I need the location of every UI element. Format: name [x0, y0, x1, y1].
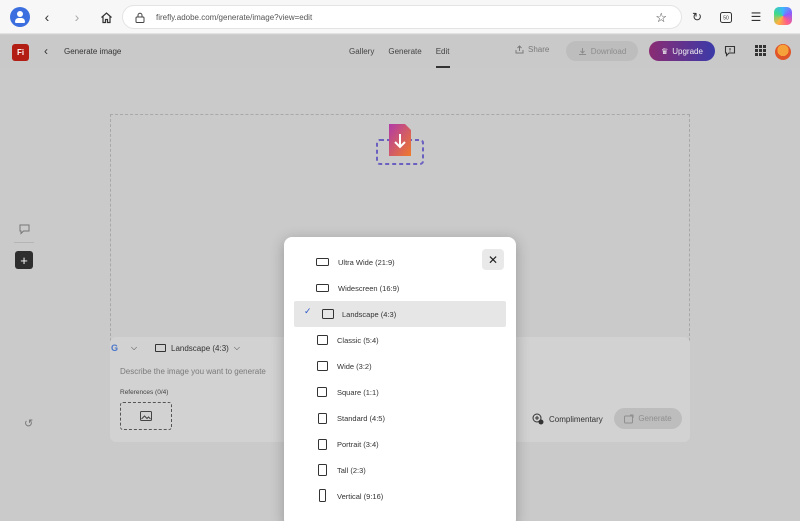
tab-generate[interactable]: Generate: [388, 47, 421, 56]
history-icon[interactable]: ↺: [24, 417, 33, 430]
menu-icon[interactable]: ☰: [747, 8, 765, 26]
copilot-icon[interactable]: [774, 7, 792, 25]
feedback-icon[interactable]: [724, 45, 736, 60]
upload-illustration-icon: [376, 124, 424, 165]
menu-item-ultra-wide[interactable]: Ultra Wide (21:9): [294, 249, 506, 275]
model-icon[interactable]: G: [111, 343, 118, 353]
tab-gallery[interactable]: Gallery: [349, 47, 374, 56]
complimentary-indicator[interactable]: Complimentary: [532, 413, 603, 425]
checkmark-icon: ✓: [304, 306, 312, 316]
sidebar-divider: [14, 242, 34, 243]
aspect-ratio-label: Landscape (4:3): [171, 343, 229, 353]
tab-edit[interactable]: Edit: [435, 47, 450, 68]
user-avatar[interactable]: [775, 44, 791, 60]
references-label: References (0/4): [120, 389, 169, 396]
aspect-ratio-menu: ✕ Ultra Wide (21:9) Widescreen (16:9) ✓ …: [284, 237, 516, 521]
menu-item-label: Vertical (9:16): [337, 491, 384, 501]
home-icon[interactable]: [97, 8, 115, 26]
app-header: Fi ‹ Generate image Gallery Generate Edi…: [0, 35, 800, 68]
menu-item-portrait[interactable]: Portrait (3:4): [294, 431, 506, 457]
vertical-shape-icon: [319, 489, 326, 502]
aspect-ratio-icon: [155, 344, 166, 352]
back-icon[interactable]: ‹: [38, 8, 56, 26]
upgrade-button[interactable]: ♛ Upgrade: [649, 41, 715, 61]
mode-tabs: Gallery Generate Edit: [349, 47, 450, 68]
apps-grid-icon[interactable]: [755, 45, 766, 59]
menu-item-label: Landscape (4:3): [342, 309, 397, 319]
classic-shape-icon: [317, 335, 328, 345]
portrait-shape-icon: [318, 439, 327, 450]
image-icon: [140, 411, 152, 421]
menu-item-tall[interactable]: Tall (2:3): [294, 457, 506, 483]
menu-item-label: Standard (4:5): [337, 413, 385, 423]
reload-icon[interactable]: ↻: [688, 8, 706, 26]
menu-item-vertical[interactable]: Vertical (9:16): [294, 483, 506, 509]
menu-item-label: Classic (5:4): [337, 335, 379, 345]
menu-item-label: Square (1:1): [337, 387, 379, 397]
url-text[interactable]: firefly.adobe.com/generate/image?view=ed…: [156, 13, 312, 22]
menu-item-label: Wide (3:2): [337, 361, 372, 371]
crown-icon: ♛: [661, 46, 669, 56]
ultra-wide-shape-icon: [316, 258, 329, 266]
model-chevron-down-icon[interactable]: ⌵: [131, 343, 137, 353]
download-label: Download: [590, 46, 627, 56]
generate-icon: [624, 414, 634, 423]
credits-icon: [532, 413, 544, 425]
menu-item-wide[interactable]: Wide (3:2): [294, 353, 506, 379]
share-button[interactable]: Share: [515, 45, 549, 54]
menu-item-widescreen[interactable]: Widescreen (16:9): [294, 275, 506, 301]
generate-button[interactable]: Generate: [614, 408, 682, 429]
menu-item-label: Widescreen (16:9): [338, 283, 400, 293]
menu-item-landscape[interactable]: ✓ Landscape (4:3): [294, 301, 506, 327]
browser-toolbar: ‹ › firefly.adobe.com/generate/image?vie…: [0, 0, 800, 34]
tall-shape-icon: [318, 464, 327, 476]
menu-item-label: Tall (2:3): [337, 465, 366, 475]
firefly-logo[interactable]: Fi: [12, 44, 29, 61]
forward-icon[interactable]: ›: [68, 8, 86, 26]
menu-item-label: Portrait (3:4): [337, 439, 379, 449]
extension-icon[interactable]: 50: [717, 8, 735, 26]
profile-icon[interactable]: [10, 7, 30, 27]
widescreen-shape-icon: [316, 284, 329, 292]
menu-item-standard[interactable]: Standard (4:5): [294, 405, 506, 431]
svg-text:50: 50: [723, 15, 729, 21]
upgrade-label: Upgrade: [672, 46, 703, 56]
page-title: Generate image: [64, 47, 122, 56]
site-info-icon[interactable]: [135, 12, 145, 23]
download-button[interactable]: Download: [566, 41, 638, 61]
menu-item-square[interactable]: Square (1:1): [294, 379, 506, 405]
bookmark-star-icon[interactable]: ☆: [655, 10, 667, 26]
standard-shape-icon: [318, 413, 327, 424]
download-icon: [578, 47, 586, 55]
back-chevron-icon[interactable]: ‹: [44, 44, 48, 58]
prompt-input[interactable]: Describe the image you want to generate: [120, 367, 266, 376]
share-label: Share: [528, 45, 550, 54]
aspect-ratio-button[interactable]: Landscape (4:3) ⌵: [155, 343, 240, 353]
menu-item-label: Ultra Wide (21:9): [338, 257, 395, 267]
side-toolbar: +: [10, 218, 38, 288]
add-button[interactable]: +: [15, 251, 33, 269]
menu-item-classic[interactable]: Classic (5:4): [294, 327, 506, 353]
landscape-shape-icon: [322, 309, 334, 319]
generate-label: Generate: [638, 414, 672, 423]
aspect-chevron-down-icon: ⌵: [233, 343, 240, 352]
add-reference-button[interactable]: [120, 402, 172, 430]
wide-shape-icon: [317, 361, 328, 371]
complimentary-label: Complimentary: [549, 414, 603, 424]
feedback-sidebar-icon[interactable]: [15, 220, 33, 238]
share-icon: [515, 45, 524, 54]
square-shape-icon: [317, 387, 327, 397]
address-bar[interactable]: firefly.adobe.com/generate/image?view=ed…: [122, 5, 682, 29]
